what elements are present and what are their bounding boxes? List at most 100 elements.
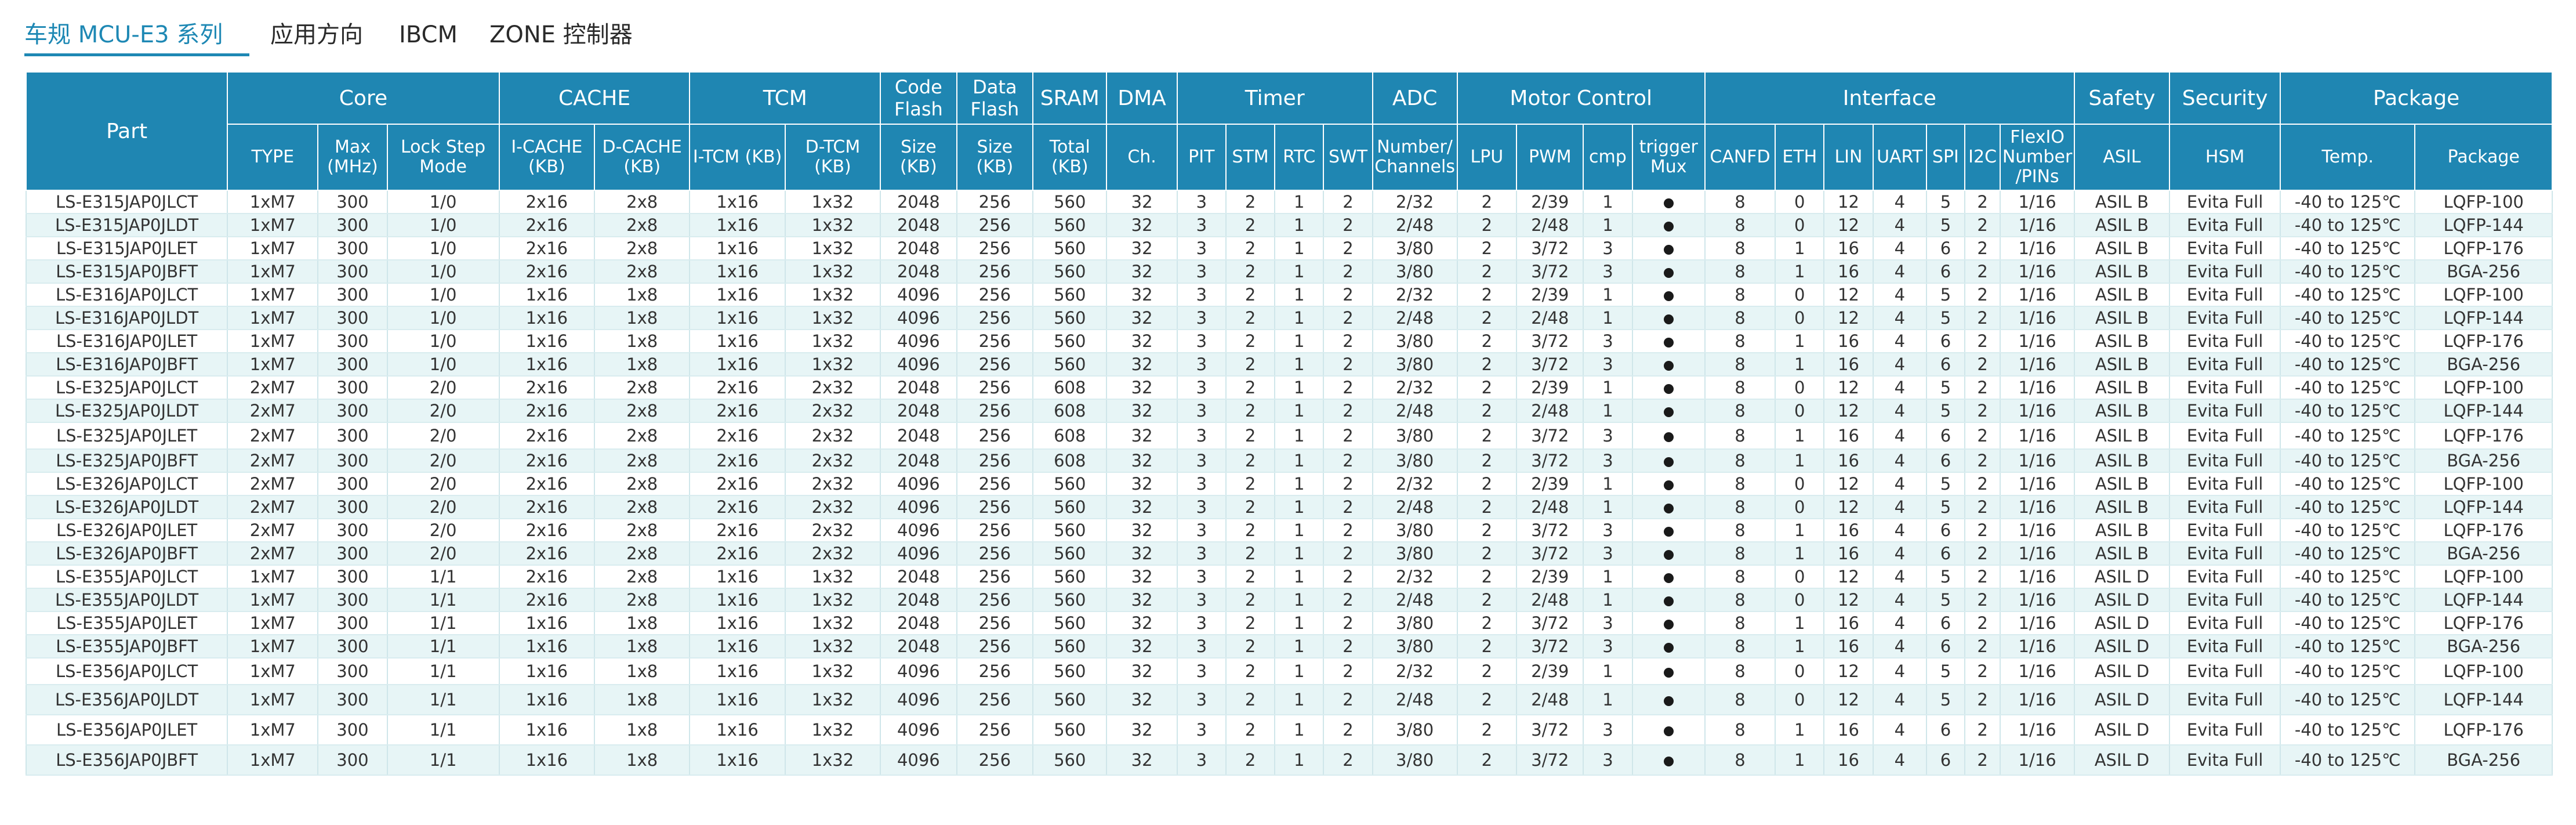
table-cell: 2/48 bbox=[1516, 306, 1584, 330]
table-cell: Evita Full bbox=[2169, 399, 2281, 423]
table-cell: 2x8 bbox=[594, 260, 691, 284]
table-cell: 560 bbox=[1032, 565, 1108, 589]
table-cell: 608 bbox=[1032, 449, 1108, 473]
table-cell: 1x16 bbox=[498, 745, 596, 776]
table-cell: 2 bbox=[1456, 519, 1518, 542]
table-cell: 2/32 bbox=[1372, 472, 1458, 496]
table-cell: 1/0 bbox=[386, 306, 500, 330]
table-cell: 1/0 bbox=[386, 190, 500, 214]
table-cell: ASIL B bbox=[2073, 330, 2171, 353]
table-cell: ASIL B bbox=[2073, 519, 2171, 542]
table-cell: ASIL D bbox=[2073, 658, 2171, 685]
table-cell: -40 to 125℃ bbox=[2280, 658, 2416, 685]
table-cell: 2 bbox=[1456, 353, 1518, 377]
trigger-mux-dot-icon bbox=[1631, 449, 1706, 473]
table-cell: 4 bbox=[1872, 658, 1928, 685]
tab-ibcm[interactable]: IBCM bbox=[399, 20, 458, 50]
trigger-mux-dot-icon bbox=[1631, 565, 1706, 589]
table-cell: 32 bbox=[1106, 353, 1178, 377]
table-cell: 1 bbox=[1274, 399, 1325, 423]
table-cell: 4 bbox=[1872, 715, 1928, 746]
table-cell: 2 bbox=[1323, 635, 1373, 658]
table-cell: 2 bbox=[1225, 635, 1276, 658]
table-cell: ASIL B bbox=[2073, 353, 2171, 377]
table-row: LS-E316JAP0JLET 1xM7 300 1/0 1x16 1x8 1x16 1x32… bbox=[25, 330, 2553, 353]
table-cell: LQFP-176 bbox=[2414, 519, 2553, 542]
table-cell: 16 bbox=[1823, 519, 1874, 542]
table-cell: 1x16 bbox=[498, 635, 596, 658]
table-cell: ASIL D bbox=[2073, 635, 2171, 658]
part-number-cell: LS-E316JAP0JLCT bbox=[25, 283, 228, 307]
table-row: LS-E315JAP0JBFT 1xM7 300 1/0 2x16 2x8 1x16 1x32… bbox=[25, 260, 2553, 284]
table-cell: 256 bbox=[956, 353, 1034, 377]
table-cell: 3 bbox=[1583, 542, 1633, 566]
table-cell: 1 bbox=[1775, 449, 1825, 473]
table-cell: 3 bbox=[1583, 715, 1633, 746]
table-cell: 1x16 bbox=[689, 260, 786, 284]
table-cell: 2048 bbox=[880, 190, 957, 214]
table-cell: 2 bbox=[1964, 399, 2001, 423]
table-cell: 2x32 bbox=[784, 472, 881, 496]
table-cell: 1 bbox=[1775, 237, 1825, 260]
group-header-package: Package bbox=[2280, 71, 2553, 125]
table-cell: 4096 bbox=[880, 330, 957, 353]
table-cell: 1x16 bbox=[689, 565, 786, 589]
table-cell: Evita Full bbox=[2169, 449, 2281, 473]
filled-dot-icon bbox=[1663, 526, 1674, 537]
table-cell: 560 bbox=[1032, 353, 1108, 377]
table-cell: 5 bbox=[1926, 495, 1965, 519]
column-header-d-cache-kb: D-CACHE (KB) bbox=[594, 124, 691, 191]
table-cell: 2048 bbox=[880, 449, 957, 473]
table-cell: 256 bbox=[956, 519, 1034, 542]
tab-application[interactable]: 应用方向 bbox=[270, 20, 363, 50]
table-cell: 32 bbox=[1106, 190, 1178, 214]
table-cell: 3 bbox=[1176, 611, 1227, 635]
filled-dot-icon bbox=[1663, 667, 1674, 678]
table-cell: 2x32 bbox=[784, 542, 881, 566]
table-row: LS-E316JAP0JBFT 1xM7 300 1/0 1x16 1x8 1x16 1x32… bbox=[25, 353, 2553, 377]
table-cell: 300 bbox=[317, 237, 388, 260]
table-cell: 2 bbox=[1225, 715, 1276, 746]
filled-dot-icon bbox=[1663, 244, 1674, 255]
table-cell: 1x32 bbox=[784, 330, 881, 353]
group-header-motor-control: Motor Control bbox=[1456, 71, 1706, 125]
table-cell: 3/80 bbox=[1372, 422, 1458, 450]
table-cell: 1x16 bbox=[498, 330, 596, 353]
table-cell: 4 bbox=[1872, 283, 1928, 307]
table-cell: 2 bbox=[1456, 283, 1518, 307]
table-cell: 2x16 bbox=[498, 260, 596, 284]
table-cell: 2x8 bbox=[594, 399, 691, 423]
table-cell: 2 bbox=[1964, 190, 2001, 214]
table-cell: 560 bbox=[1032, 715, 1108, 746]
table-cell: 1/0 bbox=[386, 353, 500, 377]
table-cell: 2/32 bbox=[1372, 658, 1458, 685]
table-cell: 0 bbox=[1775, 306, 1825, 330]
table-cell: 1x8 bbox=[594, 715, 691, 746]
table-cell: 5 bbox=[1926, 214, 1965, 237]
tab-zone-controller[interactable]: ZONE 控制器 bbox=[489, 20, 633, 50]
table-cell: 2xM7 bbox=[227, 376, 319, 400]
table-cell: 2x16 bbox=[498, 399, 596, 423]
table-cell: 2x16 bbox=[498, 376, 596, 400]
sub-header-row: TYPE Max (MHz) Lock Step Mode I-CACHE (KB) D… bbox=[26, 124, 2553, 191]
table-cell: 300 bbox=[317, 658, 388, 685]
table-cell: Evita Full bbox=[2169, 353, 2281, 377]
table-cell: 2 bbox=[1456, 190, 1518, 214]
table-cell: 16 bbox=[1823, 449, 1874, 473]
table-cell: 1xM7 bbox=[227, 353, 319, 377]
table-cell: -40 to 125℃ bbox=[2280, 685, 2416, 715]
table-cell: -40 to 125℃ bbox=[2280, 715, 2416, 746]
table-cell: LQFP-100 bbox=[2414, 658, 2553, 685]
table-cell: 300 bbox=[317, 542, 388, 566]
table-cell: 2x8 bbox=[594, 376, 691, 400]
table-row: LS-E326JAP0JLDT 2xM7 300 2/0 2x16 2x8 2x16 2x32… bbox=[25, 495, 2553, 519]
table-cell: 2 bbox=[1323, 422, 1373, 450]
table-cell: 1 bbox=[1274, 745, 1325, 776]
table-cell: 8 bbox=[1704, 422, 1776, 450]
tab-mcu-e3-series[interactable]: 车规 MCU-E3 系列 bbox=[24, 20, 223, 50]
table-cell: 2/39 bbox=[1516, 376, 1584, 400]
table-cell: 3 bbox=[1583, 353, 1633, 377]
table-cell: 5 bbox=[1926, 658, 1965, 685]
table-cell: 1xM7 bbox=[227, 306, 319, 330]
table-cell: 5 bbox=[1926, 190, 1965, 214]
